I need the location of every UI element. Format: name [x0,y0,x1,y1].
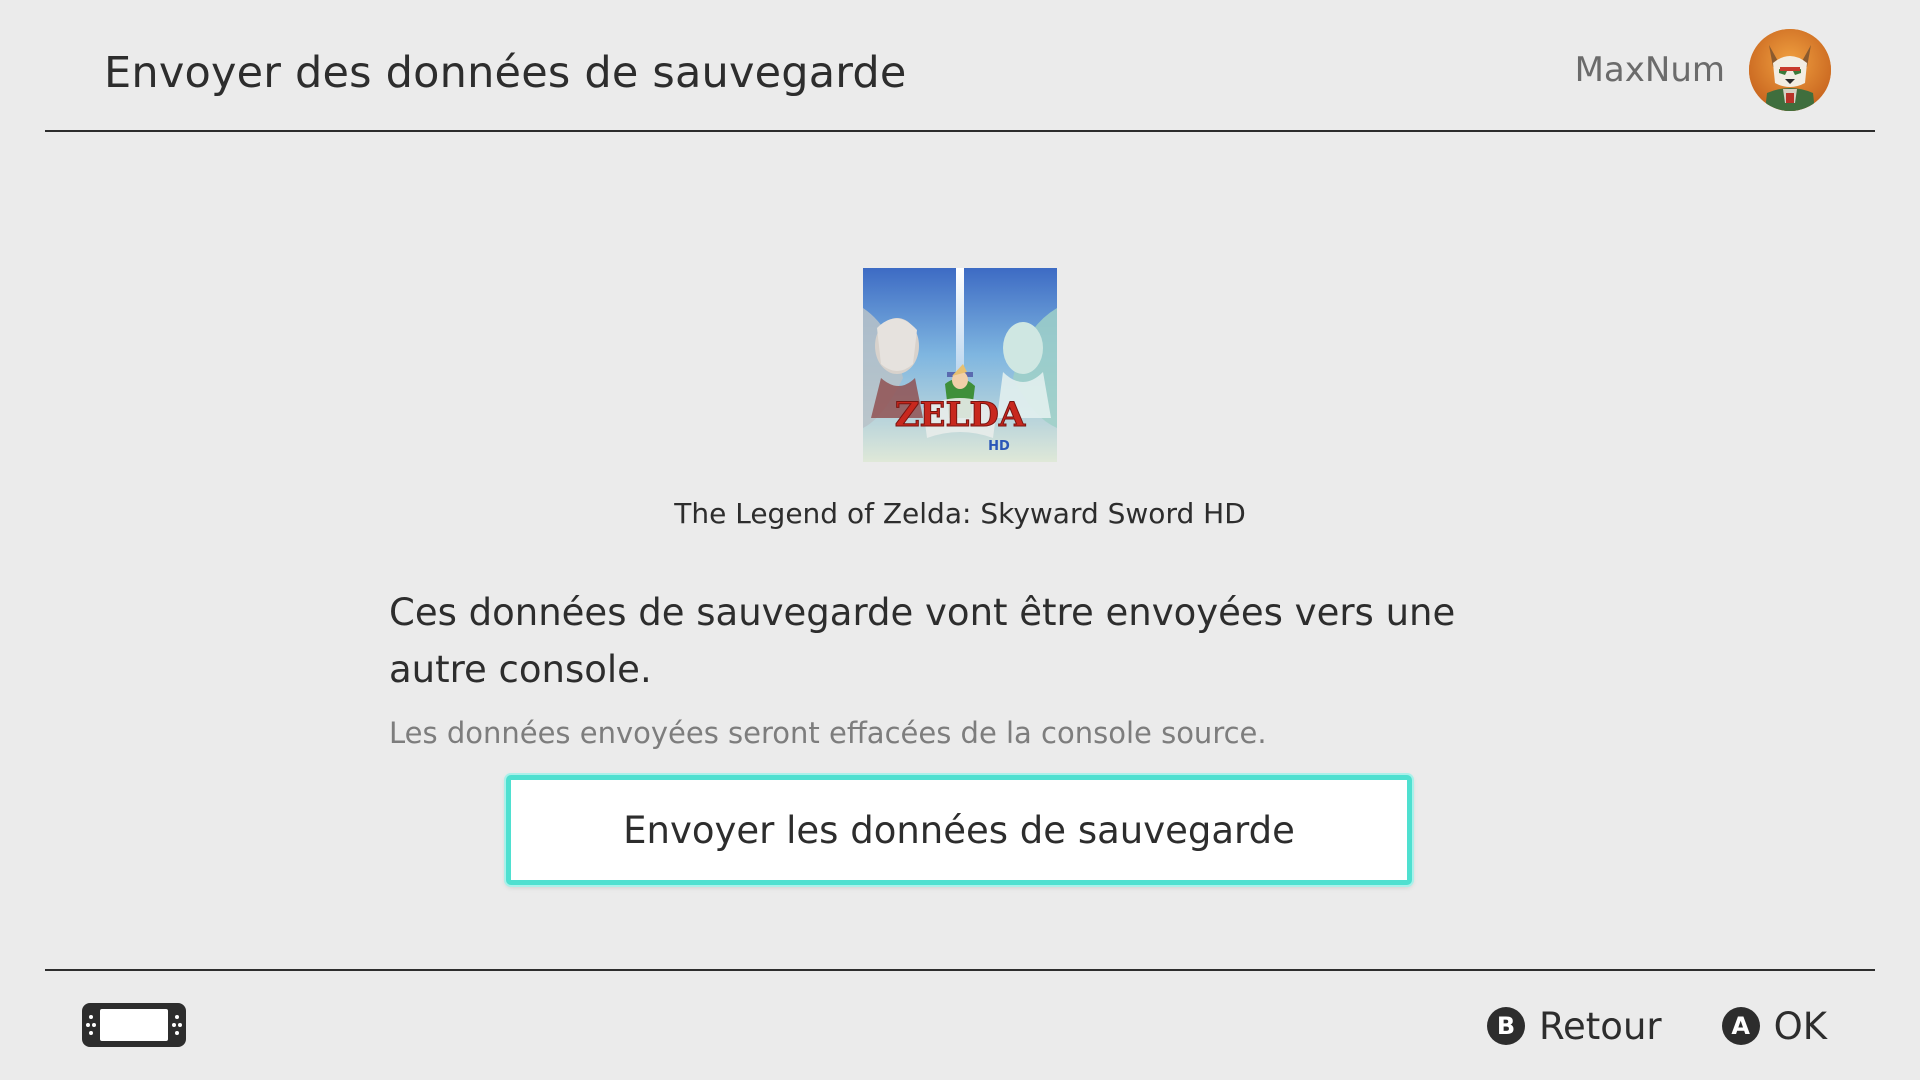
header-bar: Envoyer des données de sauvegarde MaxNum [0,0,1920,131]
cover-logo-sub: HD [988,439,1010,454]
username: MaxNum [1574,50,1725,90]
footer-divider [45,969,1875,971]
ok-action[interactable]: A OK [1721,1004,1827,1048]
back-action[interactable]: B Retour [1486,1004,1662,1048]
game-title: The Legend of Zelda: Skyward Sword HD [674,497,1246,530]
send-save-data-button-label: Envoyer les données de sauvegarde [623,808,1295,852]
b-button-icon: B [1486,1007,1525,1045]
ok-action-label: OK [1773,1004,1827,1048]
a-button-icon: A [1721,1007,1760,1045]
user-profile: MaxNum [1575,28,1831,112]
fox-avatar-icon [1749,29,1831,111]
page-title: Envoyer des données de sauvegarde [104,48,907,98]
zelda-cover-art: ZELDA HD [863,268,1057,462]
header-divider [45,130,1875,132]
send-save-data-button[interactable]: Envoyer les données de sauvegarde [506,775,1412,885]
handheld-console-icon [82,1003,186,1047]
warning-note: Les données envoyées seront effacées de … [389,716,1267,750]
back-action-label: Retour [1538,1004,1662,1048]
confirmation-message: Ces données de sauvegarde vont être envo… [389,591,1456,691]
footer-actions: B Retour A OK [1486,1003,1827,1049]
cover-logo-text: ZELDA [895,395,1026,435]
